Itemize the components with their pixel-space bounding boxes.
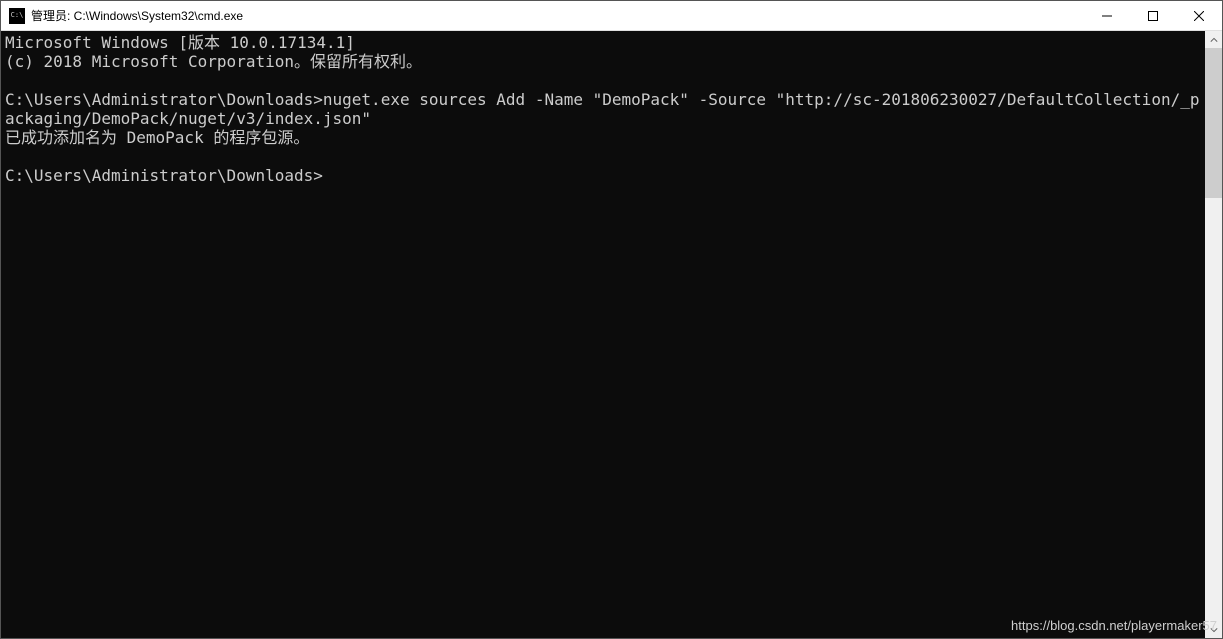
- close-button[interactable]: [1176, 1, 1222, 30]
- scrollbar-track[interactable]: [1205, 48, 1222, 621]
- chevron-up-icon: [1210, 36, 1218, 44]
- terminal-wrapper: Microsoft Windows [版本 10.0.17134.1] (c) …: [1, 31, 1222, 638]
- scrollbar-thumb[interactable]: [1205, 48, 1222, 198]
- minimize-icon: [1102, 11, 1112, 21]
- version-line: Microsoft Windows [版本 10.0.17134.1]: [5, 33, 355, 52]
- scrollbar-up-button[interactable]: [1205, 31, 1222, 48]
- cmd-icon: [9, 8, 25, 24]
- prompt-2: C:\Users\Administrator\Downloads>: [5, 166, 323, 185]
- vertical-scrollbar[interactable]: [1205, 31, 1222, 638]
- close-icon: [1194, 11, 1204, 21]
- cmd-window: 管理员: C:\Windows\System32\cmd.exe Microso…: [0, 0, 1223, 639]
- terminal-output[interactable]: Microsoft Windows [版本 10.0.17134.1] (c) …: [1, 31, 1205, 638]
- chevron-down-icon: [1210, 626, 1218, 634]
- titlebar[interactable]: 管理员: C:\Windows\System32\cmd.exe: [1, 1, 1222, 31]
- minimize-button[interactable]: [1084, 1, 1130, 30]
- scrollbar-down-button[interactable]: [1205, 621, 1222, 638]
- maximize-button[interactable]: [1130, 1, 1176, 30]
- prompt-1: C:\Users\Administrator\Downloads>: [5, 90, 323, 109]
- window-title: 管理员: C:\Windows\System32\cmd.exe: [31, 7, 1084, 24]
- maximize-icon: [1148, 11, 1158, 21]
- copyright-line: (c) 2018 Microsoft Corporation。保留所有权利。: [5, 52, 422, 71]
- result-1: 已成功添加名为 DemoPack 的程序包源。: [5, 128, 309, 147]
- window-controls: [1084, 1, 1222, 30]
